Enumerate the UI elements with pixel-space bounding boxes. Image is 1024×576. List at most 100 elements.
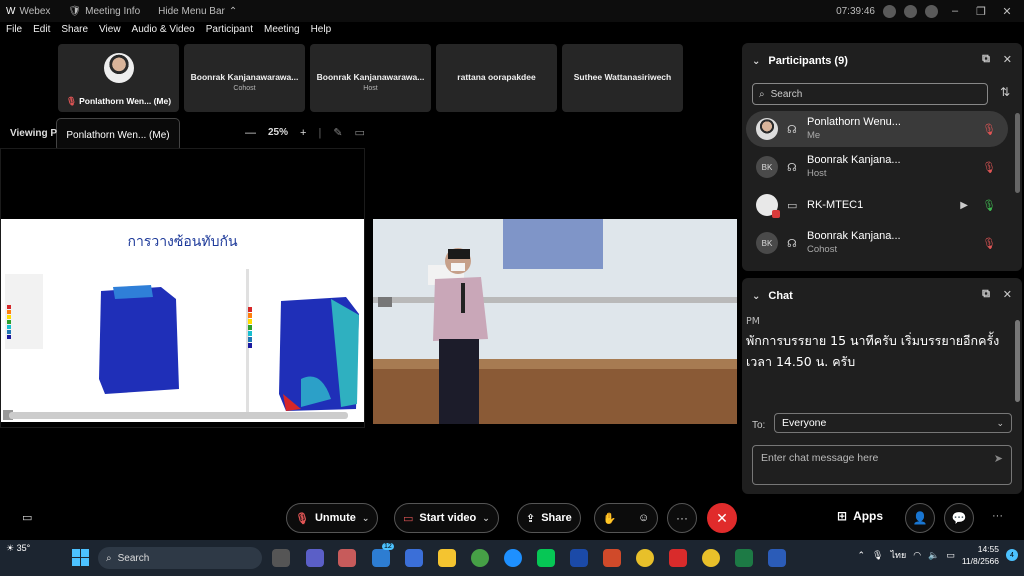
hide-menu-label: Hide Menu Bar <box>158 5 225 17</box>
chevron-up-icon[interactable]: ⌃ <box>858 550 866 561</box>
menu-view[interactable]: View <box>99 24 121 42</box>
calendar-icon[interactable] <box>405 549 423 567</box>
sort-icon[interactable]: ⇅ <box>1000 85 1010 99</box>
video-tile[interactable]: Boonrak Kanjanawarawa... Cohost <box>184 44 305 112</box>
webex-logo-icon: W <box>6 5 16 17</box>
chevron-down-icon[interactable]: ⌄ <box>482 513 490 524</box>
chat-toggle-button[interactable]: 💬 <box>944 503 974 533</box>
line-icon[interactable] <box>537 549 555 567</box>
captions-icon[interactable]: ▭ <box>22 511 32 524</box>
word-icon[interactable] <box>768 549 786 567</box>
menu-file[interactable]: File <box>6 24 22 42</box>
chrome-profile-icon[interactable] <box>702 549 720 567</box>
close-icon[interactable]: ✕ <box>1003 288 1012 301</box>
meeting-clock: 07:39:46 <box>836 5 875 17</box>
more-icon[interactable]: ··· <box>992 510 1003 522</box>
leave-meeting-button[interactable]: ✕ <box>707 503 737 533</box>
close-icon[interactable]: ✕ <box>998 5 1016 18</box>
chat-message-input[interactable]: Enter chat message here ➤ <box>752 445 1012 485</box>
chat-scrollbar[interactable] <box>1015 320 1020 402</box>
menu-help[interactable]: Help <box>311 24 332 42</box>
wifi-icon[interactable]: ◠ <box>913 550 921 561</box>
unmute-button[interactable]: 🎙 Unmute ⌄ <box>286 503 379 533</box>
weather-widget[interactable]: ☀ 35° <box>6 543 30 554</box>
task-view-icon[interactable] <box>272 549 290 567</box>
status-icon[interactable] <box>904 4 917 18</box>
video-tile[interactable]: Suthee Wattanasiriwech <box>562 44 683 112</box>
snipping-tool-icon[interactable] <box>338 549 356 567</box>
battery-icon[interactable]: ▭ <box>946 550 955 561</box>
send-icon[interactable]: ➤ <box>994 452 1003 465</box>
participant-row[interactable]: BK ☊ Boonrak Kanjana... Cohost 🎙 <box>746 225 1008 261</box>
mic-on-icon[interactable]: 🎙 <box>982 199 996 212</box>
apps-button[interactable]: ⊞ Apps <box>837 509 883 523</box>
avatar <box>756 118 778 140</box>
menu-audio-video[interactable]: Audio & Video <box>132 24 195 42</box>
mic-muted-icon[interactable]: 🎙 <box>982 123 996 136</box>
menu-participant[interactable]: Participant <box>206 24 253 42</box>
teams-icon[interactable] <box>306 549 324 567</box>
chat-title: Chat <box>768 290 793 302</box>
start-video-button[interactable]: ▭ Start video ⌄ <box>394 503 499 533</box>
slide-progress-bar[interactable] <box>9 412 348 419</box>
acrobat-icon[interactable] <box>669 549 687 567</box>
input-language[interactable]: ไทย <box>890 548 906 562</box>
participant-role: Host <box>807 168 827 179</box>
edge-icon[interactable] <box>504 549 522 567</box>
screen-icon[interactable]: ▭ <box>355 126 365 139</box>
mic-muted-icon[interactable]: 🎙 <box>982 161 996 174</box>
system-clock[interactable]: 14:55 11/8/2566 <box>962 543 999 567</box>
webex-app-icon[interactable] <box>570 549 588 567</box>
chevron-up-icon: ⌃ <box>228 5 238 17</box>
video-tile[interactable]: Boonrak Kanjanawarawa... Host <box>310 44 431 112</box>
menu-meeting[interactable]: Meeting <box>264 24 300 42</box>
file-explorer-icon[interactable] <box>438 549 456 567</box>
video-tile-self[interactable]: 🎙 Ponlathorn Wen... (Me) <box>58 44 179 112</box>
participant-row[interactable]: BK ☊ Boonrak Kanjana... Host 🎙 <box>746 149 1008 185</box>
participant-search-input[interactable]: ⌕ Search <box>752 83 988 105</box>
menu-share[interactable]: Share <box>61 24 88 42</box>
tile-name: 🎙 Ponlathorn Wen... (Me) <box>65 96 172 106</box>
excel-icon[interactable] <box>735 549 753 567</box>
recipient-select[interactable]: Everyone ⌄ <box>774 413 1012 433</box>
windows-start-icon[interactable] <box>72 549 89 566</box>
mail-icon[interactable]: 12 <box>372 543 394 567</box>
video-camera-icon[interactable]: ▶ <box>960 200 968 211</box>
browser-icon[interactable] <box>471 549 489 567</box>
close-icon[interactable]: ✕ <box>1003 53 1012 66</box>
chevron-down-icon[interactable]: ⌄ <box>752 291 760 302</box>
raise-hand-icon[interactable]: ✋ <box>603 512 617 525</box>
mic-in-use-icon[interactable]: 🎙 <box>872 550 883 561</box>
chrome-icon[interactable] <box>636 549 654 567</box>
zoom-in-button[interactable]: + <box>300 127 306 139</box>
restore-icon[interactable]: ❐ <box>972 5 990 18</box>
more-options-button[interactable]: ··· <box>667 503 697 533</box>
chevron-down-icon[interactable]: ⌄ <box>362 513 370 524</box>
powerpoint-icon[interactable] <box>603 549 621 567</box>
avatar[interactable] <box>925 4 938 18</box>
pop-out-icon[interactable]: ⧉ <box>982 53 990 66</box>
share-button[interactable]: ⇪ Share <box>517 503 581 533</box>
participant-name: Boonrak Kanjana... <box>807 230 901 242</box>
info-icon[interactable] <box>883 4 896 18</box>
emoji-reaction-icon[interactable]: ☺ <box>638 512 649 524</box>
hide-menu-bar-button[interactable]: Hide Menu Bar ⌃ <box>158 6 237 17</box>
participant-row[interactable]: ☊ Ponlathorn Wenu... Me 🎙 <box>746 111 1008 147</box>
shield-icon: 🛡 <box>68 5 82 17</box>
menu-edit[interactable]: Edit <box>33 24 50 42</box>
zoom-out-button[interactable]: — <box>245 127 256 139</box>
volume-icon[interactable]: 🔈 <box>928 550 939 561</box>
video-tile[interactable]: rattana oorapakdee <box>436 44 557 112</box>
mic-muted-icon[interactable]: 🎙 <box>982 237 996 250</box>
participant-row[interactable]: ▭ RK-MTEC1 ▶ 🎙 <box>746 187 1008 223</box>
meeting-info-button[interactable]: 🛡 Meeting Info <box>68 6 140 17</box>
participant-role: Cohost <box>807 244 838 255</box>
annotate-icon[interactable]: ✎ <box>333 126 342 139</box>
taskbar-search[interactable]: ⌕ Search <box>98 547 262 569</box>
chevron-down-icon[interactable]: ⌄ <box>752 56 760 67</box>
participants-scrollbar[interactable] <box>1015 113 1020 193</box>
minimize-icon[interactable]: – <box>946 5 964 17</box>
participants-toggle-button[interactable]: 👤 <box>905 503 935 533</box>
pop-out-icon[interactable]: ⧉ <box>982 288 990 301</box>
notification-badge[interactable]: 4 <box>1006 549 1018 561</box>
